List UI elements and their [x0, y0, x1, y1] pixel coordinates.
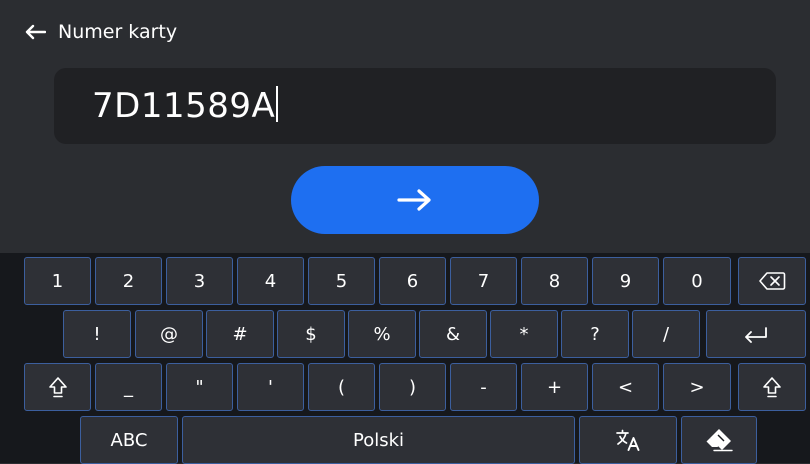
key-hash[interactable]: # — [206, 310, 274, 358]
header: Numer karty — [0, 0, 810, 56]
key-3[interactable]: 3 — [166, 257, 233, 305]
space-key[interactable]: Polski — [182, 416, 575, 464]
confirm-button[interactable] — [291, 166, 539, 234]
key-close-paren[interactable]: ) — [379, 363, 446, 411]
abc-key[interactable]: ABC — [80, 416, 178, 464]
key-double-quote[interactable]: " — [166, 363, 233, 411]
key-6[interactable]: 6 — [379, 257, 446, 305]
enter-key[interactable] — [706, 310, 806, 358]
key-single-quote[interactable]: ' — [237, 363, 304, 411]
key-8[interactable]: 8 — [521, 257, 588, 305]
arrow-left-icon — [25, 24, 46, 40]
key-plus[interactable]: + — [521, 363, 588, 411]
key-ampersand[interactable]: & — [419, 310, 487, 358]
key-exclamation[interactable]: ! — [63, 310, 131, 358]
arrow-right-icon — [397, 189, 431, 211]
language-key[interactable] — [579, 416, 677, 464]
key-greater-than[interactable]: > — [663, 363, 731, 411]
key-7[interactable]: 7 — [450, 257, 517, 305]
shift-key-left[interactable] — [24, 363, 91, 411]
shift-icon — [763, 377, 781, 398]
card-number-value: 7D11589A — [92, 84, 279, 128]
key-slash[interactable]: / — [632, 310, 700, 358]
back-button[interactable]: Numer karty — [24, 22, 177, 42]
eraser-icon — [706, 429, 733, 452]
enter-icon — [745, 327, 767, 343]
key-less-than[interactable]: < — [592, 363, 659, 411]
translate-icon — [616, 429, 640, 451]
key-asterisk[interactable]: * — [490, 310, 558, 358]
page-title: Numer karty — [58, 21, 178, 43]
key-minus[interactable]: - — [450, 363, 517, 411]
card-number-input[interactable]: 7D11589A — [54, 68, 776, 144]
key-4[interactable]: 4 — [237, 257, 304, 305]
shift-icon — [48, 377, 67, 398]
text-caret — [276, 86, 279, 122]
key-question[interactable]: ? — [561, 310, 629, 358]
key-1[interactable]: 1 — [24, 257, 91, 305]
key-dollar[interactable]: $ — [277, 310, 345, 358]
key-percent[interactable]: % — [348, 310, 416, 358]
key-open-paren[interactable]: ( — [308, 363, 375, 411]
key-0[interactable]: 0 — [663, 257, 731, 305]
hide-keyboard-key[interactable] — [681, 416, 757, 464]
on-screen-keyboard: 1 2 3 4 5 6 7 8 9 0 ! @ # $ % & * ? / _ … — [0, 253, 810, 464]
key-2[interactable]: 2 — [95, 257, 162, 305]
key-underscore[interactable]: _ — [95, 363, 162, 411]
key-5[interactable]: 5 — [308, 257, 375, 305]
backspace-icon — [759, 272, 786, 290]
backspace-key[interactable] — [738, 257, 806, 305]
shift-key-right[interactable] — [738, 363, 806, 411]
key-at[interactable]: @ — [135, 310, 203, 358]
key-9[interactable]: 9 — [592, 257, 659, 305]
